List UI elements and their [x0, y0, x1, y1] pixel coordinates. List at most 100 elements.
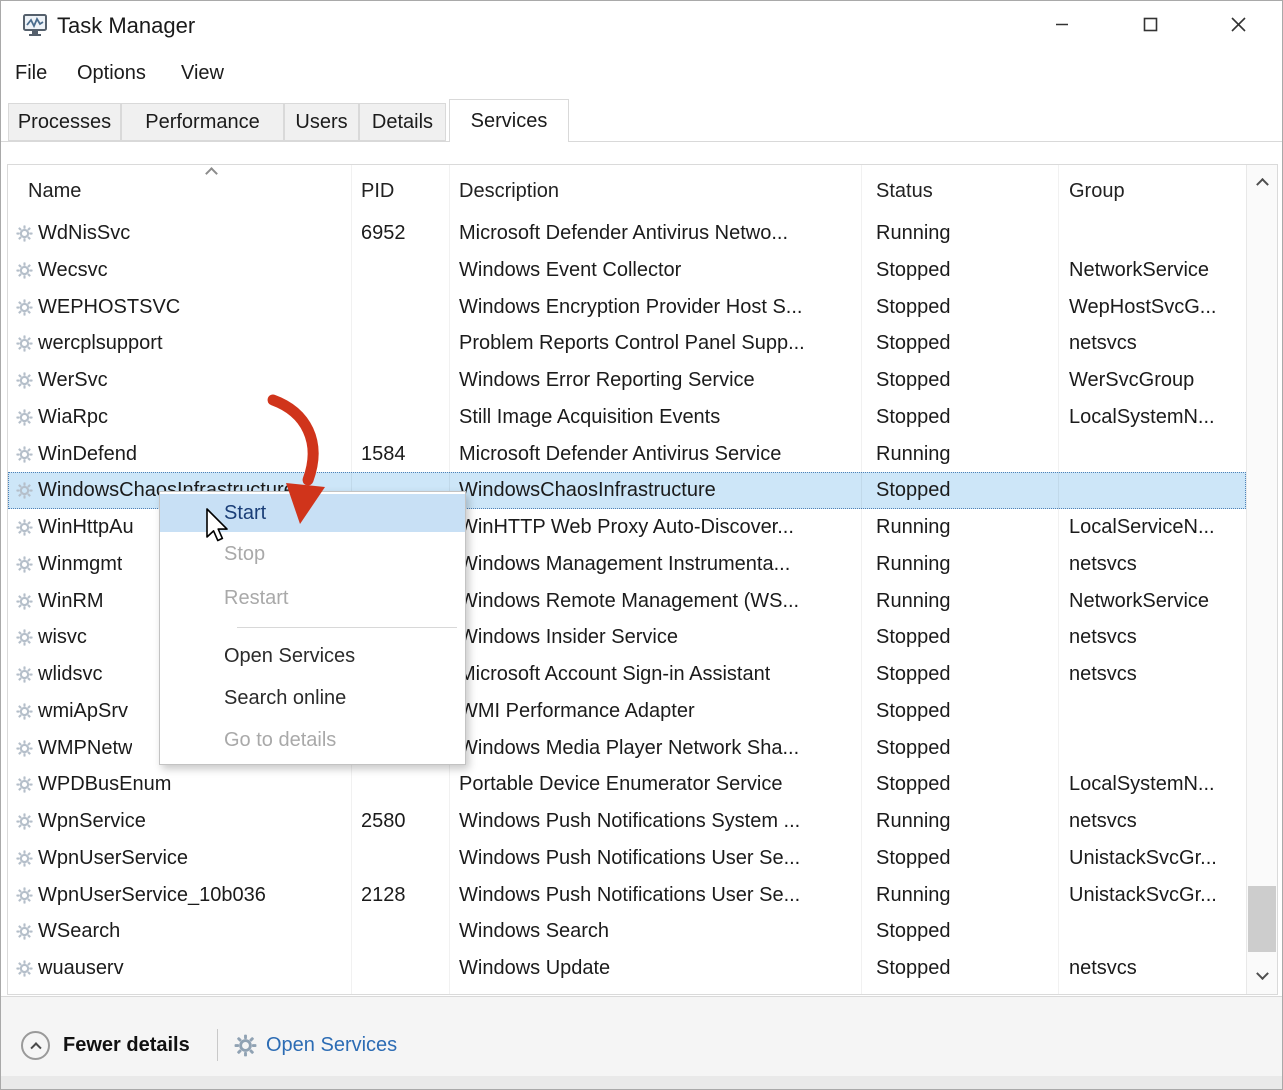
service-description-cell: Microsoft Account Sign-in Assistant: [459, 656, 770, 693]
service-description-cell: Windows Push Notifications System ...: [459, 803, 800, 840]
chevron-up-icon: [30, 1042, 41, 1053]
table-row[interactable]: WpnService2580Windows Push Notifications…: [8, 803, 1246, 840]
service-name-cell: WEPHOSTSVC: [38, 289, 180, 326]
service-group-cell: NetworkService: [1069, 252, 1209, 289]
menubar: File Options View: [1, 51, 1282, 96]
chevron-up-icon: [1256, 177, 1269, 190]
service-description-cell: Portable Device Enumerator Service: [459, 766, 782, 803]
column-separator: [1058, 165, 1059, 994]
service-description-cell: Windows Encryption Provider Host S...: [459, 289, 802, 326]
minimize-button[interactable]: [1047, 9, 1077, 39]
service-name-cell: WSearch: [38, 913, 120, 950]
service-gear-icon: [16, 409, 33, 426]
service-gear-icon: [16, 629, 33, 646]
service-status-cell: Stopped: [876, 619, 951, 656]
service-gear-icon: [16, 262, 33, 279]
service-status-cell: Stopped: [876, 399, 951, 436]
titlebar[interactable]: Task Manager: [1, 1, 1282, 51]
table-row[interactable]: WerSvcWindows Error Reporting ServiceSto…: [8, 362, 1246, 399]
service-group-cell: netsvcs: [1069, 619, 1137, 656]
service-pid-cell: 6952: [361, 215, 406, 252]
service-description-cell: Windows Insider Service: [459, 619, 678, 656]
window-title: Task Manager: [57, 12, 195, 40]
service-gear-icon: [16, 225, 33, 242]
fewer-details-button[interactable]: Fewer details: [21, 1028, 190, 1062]
tab-processes[interactable]: Processes: [8, 103, 121, 141]
menu-view[interactable]: View: [181, 51, 224, 96]
service-description-cell: WindowsChaosInfrastructure: [459, 472, 716, 509]
tab-details[interactable]: Details: [359, 103, 446, 141]
scroll-down-button[interactable]: [1247, 962, 1277, 990]
menu-item-go-to-details: Go to details: [160, 719, 465, 761]
vertical-scrollbar[interactable]: [1246, 165, 1277, 994]
service-name-cell: wmiApSrv: [38, 693, 128, 730]
service-description-cell: Windows Update: [459, 950, 610, 987]
service-group-cell: LocalServiceN...: [1069, 509, 1215, 546]
service-pid-cell: 2580: [361, 803, 406, 840]
menu-item-start[interactable]: Start: [160, 494, 465, 532]
service-gear-icon: [16, 776, 33, 793]
service-description-cell: Microsoft Defender Antivirus Netwo...: [459, 215, 788, 252]
task-manager-icon: [21, 12, 49, 40]
service-status-cell: Running: [876, 436, 951, 473]
open-services-link[interactable]: Open Services: [234, 1028, 397, 1062]
column-header-name[interactable]: Name: [28, 178, 81, 204]
service-gear-icon: [16, 740, 33, 757]
scrollbar-thumb[interactable]: [1248, 886, 1276, 952]
service-group-cell: netsvcs: [1069, 950, 1137, 987]
service-name-cell: Wecsvc: [38, 252, 108, 289]
service-description-cell: Still Image Acquisition Events: [459, 399, 720, 436]
table-row[interactable]: WPDBusEnumPortable Device Enumerator Ser…: [8, 766, 1246, 803]
column-header-description[interactable]: Description: [459, 178, 559, 204]
table-row[interactable]: WinDefend1584Microsoft Defender Antiviru…: [8, 436, 1246, 473]
table-row[interactable]: WecsvcWindows Event CollectorStoppedNetw…: [8, 252, 1246, 289]
service-gear-icon: [16, 850, 33, 867]
minimize-icon: [1055, 17, 1069, 31]
service-group-cell: netsvcs: [1069, 656, 1137, 693]
column-header-status[interactable]: Status: [876, 178, 933, 204]
service-name-cell: WpnUserService_10b036: [38, 877, 266, 914]
column-header-pid[interactable]: PID: [361, 178, 394, 204]
column-header-group[interactable]: Group: [1069, 178, 1125, 204]
service-status-cell: Running: [876, 583, 951, 620]
menu-item-search-online[interactable]: Search online: [160, 677, 465, 719]
service-group-cell: UnistackSvcGr...: [1069, 840, 1217, 877]
table-row[interactable]: WpnUserServiceWindows Push Notifications…: [8, 840, 1246, 877]
service-status-cell: Stopped: [876, 362, 951, 399]
service-group-cell: UnistackSvcGr...: [1069, 877, 1217, 914]
service-name-cell: WMPNetw: [38, 730, 132, 767]
service-name-cell: wlidsvc: [38, 656, 102, 693]
table-row[interactable]: wuauservWindows UpdateStoppednetsvcs: [8, 950, 1246, 987]
service-name-cell: WerSvc: [38, 362, 108, 399]
table-row[interactable]: WSearchWindows SearchStopped: [8, 913, 1246, 950]
table-row[interactable]: WpnUserService_10b0362128Windows Push No…: [8, 877, 1246, 914]
tab-users[interactable]: Users: [284, 103, 359, 141]
table-row[interactable]: WEPHOSTSVC Windows Encryption Provider Ho…: [8, 289, 1246, 326]
chevron-up-circle-icon: [21, 1031, 50, 1060]
table-row[interactable]: wercplsupportProblem Reports Control Pan…: [8, 325, 1246, 362]
service-gear-icon: [16, 703, 33, 720]
tab-performance[interactable]: Performance: [121, 103, 284, 141]
service-status-cell: Running: [876, 803, 951, 840]
service-name-cell: WinHttpAu: [38, 509, 134, 546]
service-gear-icon: [16, 335, 33, 352]
menu-file[interactable]: File: [15, 51, 47, 96]
scroll-up-button[interactable]: [1247, 167, 1277, 195]
service-status-cell: Stopped: [876, 950, 951, 987]
menu-item-open-services[interactable]: Open Services: [160, 635, 465, 677]
service-name-cell: WpnUserService: [38, 840, 188, 877]
menu-options[interactable]: Options: [77, 51, 146, 96]
service-status-cell: Stopped: [876, 913, 951, 950]
maximize-icon: [1143, 17, 1158, 32]
close-button[interactable]: [1223, 9, 1253, 39]
gear-icon: [234, 1034, 257, 1057]
service-description-cell: Windows Remote Management (WS...: [459, 583, 799, 620]
table-row[interactable]: WdNisSvc6952Microsoft Defender Antivirus…: [8, 215, 1246, 252]
table-header: Name PID Description Status Group: [8, 165, 1277, 215]
sort-ascending-icon: [205, 167, 218, 180]
maximize-button[interactable]: [1135, 9, 1165, 39]
tab-services[interactable]: Services: [449, 99, 569, 142]
service-name-cell: wercplsupport: [38, 325, 163, 362]
table-row[interactable]: WiaRpcStill Image Acquisition EventsStop…: [8, 399, 1246, 436]
service-gear-icon: [16, 446, 33, 463]
